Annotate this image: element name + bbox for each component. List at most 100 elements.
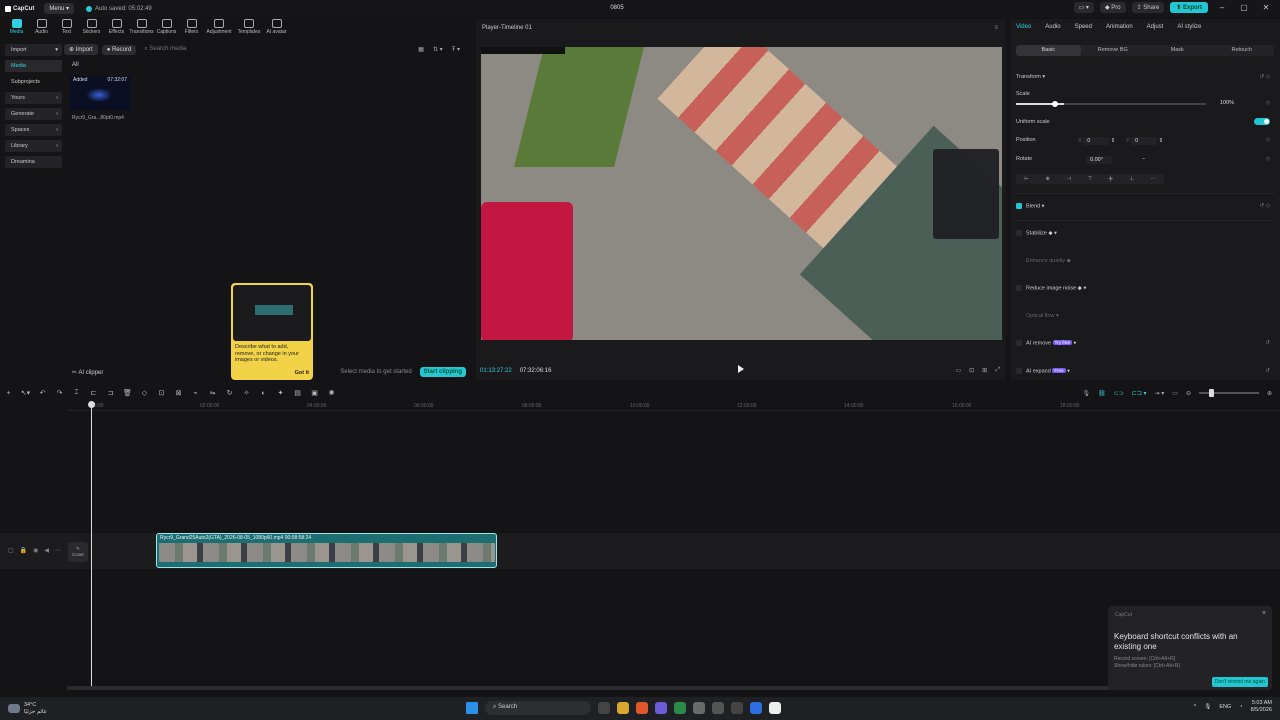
reset-icon[interactable]: ↺ ◇	[1260, 74, 1270, 80]
align-middle-icon[interactable]: ╪	[1109, 176, 1113, 182]
layout-button[interactable]: ▭ ▾	[1073, 2, 1094, 13]
timeline-ruler[interactable]: 00:00 02:00:00 04:00:00 06:00:00 08:00:0…	[67, 401, 1280, 411]
trim-left-icon[interactable]: ⊏	[85, 389, 102, 397]
snap-icon[interactable]: ⊏⊐ ▾	[1132, 390, 1147, 397]
redo-icon[interactable]: ↷	[51, 389, 68, 397]
preview-axis-icon[interactable]: ⇥ ▾	[1155, 390, 1165, 397]
windows-start-icon[interactable]	[466, 702, 478, 714]
sort-icon[interactable]: ⇅ ▾	[433, 46, 443, 53]
uniform-scale-toggle[interactable]	[1254, 118, 1270, 125]
media-clip-thumbnail[interactable]: Added 07:32:07	[70, 76, 130, 110]
tab-effects[interactable]: Effects	[104, 17, 129, 35]
close-icon[interactable]: ×	[1262, 610, 1266, 617]
position-y-field[interactable]: Y 0 ⇕	[1126, 137, 1163, 145]
zoom-out-icon[interactable]: ⊖	[1186, 390, 1191, 397]
sidebar-item-import[interactable]: Import ▾	[5, 44, 62, 56]
link-icon[interactable]: ⛓	[1098, 390, 1106, 397]
file-explorer-icon[interactable]	[617, 702, 629, 714]
app-icon[interactable]	[750, 702, 762, 714]
pro-button[interactable]: ◆ Pro	[1099, 2, 1126, 13]
record-button[interactable]: ● Record	[101, 44, 137, 55]
blend-row[interactable]: Blend ▾ ↺ ◇	[1016, 203, 1274, 209]
zoom-icon[interactable]: ⊞	[982, 367, 987, 374]
share-button[interactable]: ⇪ Share	[1131, 2, 1165, 13]
crop-icon[interactable]: ⊡	[153, 389, 170, 397]
ai-tool-icon[interactable]: ✺	[323, 389, 340, 397]
export-button[interactable]: ⬆ Export	[1170, 2, 1208, 13]
cover-button[interactable]: ✎ Cover	[68, 542, 88, 562]
tab-filters[interactable]: Filters	[179, 17, 204, 35]
mirror-icon[interactable]: ⇋	[204, 389, 221, 397]
settings-icon[interactable]	[712, 702, 724, 714]
scale-value[interactable]: 100%	[1220, 100, 1234, 106]
minimize-icon[interactable]: –	[1214, 3, 1230, 12]
lock-icon[interactable]: 🔒	[20, 547, 27, 554]
tab-transitions[interactable]: Transitions	[129, 17, 154, 35]
microphone-icon[interactable]: 🎙	[1204, 704, 1211, 710]
distribute-icon[interactable]: ⋯	[1151, 176, 1156, 182]
chevron-up-icon[interactable]: ^	[1194, 704, 1197, 710]
tab-animation[interactable]: Animation	[1106, 24, 1133, 30]
track-hide-icon[interactable]: ▢	[8, 547, 14, 554]
keyframe-icon[interactable]: ◇	[1266, 100, 1270, 106]
sidebar-item-yours[interactable]: Yours ›	[5, 92, 62, 104]
subtab-mask[interactable]: Mask	[1145, 45, 1210, 56]
calculator-icon[interactable]	[731, 702, 743, 714]
tab-adjust[interactable]: Adjust	[1147, 24, 1164, 30]
tab-adjustment[interactable]: Adjustment	[204, 17, 234, 35]
keyframe-icon[interactable]: ◇	[1266, 156, 1270, 162]
speed-icon[interactable]: ⌁	[187, 389, 204, 397]
freeze-icon[interactable]: ⊠	[170, 389, 187, 397]
tab-templates[interactable]: Templates	[234, 17, 264, 35]
tab-ai-stylize[interactable]: AI stylize	[1177, 24, 1201, 30]
player-menu-icon[interactable]: ≡	[994, 25, 998, 31]
playhead-handle[interactable]	[88, 401, 95, 408]
timeline-scrollbar[interactable]	[67, 686, 1111, 690]
magnet-icon[interactable]: ⊂⊃	[1114, 390, 1124, 397]
close-icon[interactable]: ✕	[1258, 3, 1274, 12]
scale-slider[interactable]	[1016, 101, 1206, 107]
filter-tool-icon[interactable]: ◐	[255, 390, 272, 397]
ratio-icon[interactable]: ▭	[955, 367, 961, 374]
align-top-icon[interactable]: ⊤	[1088, 176, 1092, 182]
scale-slider-knob[interactable]	[1052, 101, 1058, 107]
keyframe-icon[interactable]: ◇	[1266, 137, 1270, 143]
undo-icon[interactable]: ↶	[34, 389, 51, 397]
subtab-basic[interactable]: Basic	[1016, 45, 1081, 56]
microphone-icon[interactable]: 🎙	[1083, 390, 1091, 397]
select-tool-icon[interactable]: ↖▾	[17, 389, 34, 397]
zoom-slider[interactable]	[1198, 389, 1259, 397]
reset-icon[interactable]: ↺	[1265, 340, 1270, 346]
align-center-icon[interactable]: ⊕	[1046, 176, 1050, 182]
project-title[interactable]: 0805	[600, 5, 634, 11]
tab-stickers[interactable]: Stickers	[79, 17, 104, 35]
task-view-icon[interactable]	[598, 702, 610, 714]
play-icon[interactable]	[738, 365, 744, 373]
tab-captions[interactable]: Captions	[154, 17, 179, 35]
sidebar-item-dreamina[interactable]: Dreamina	[5, 156, 62, 168]
zoom-in-icon[interactable]: ⊕	[1267, 390, 1272, 397]
tab-audio-props[interactable]: Audio	[1045, 24, 1060, 30]
position-x-field[interactable]: X 0 ⇕	[1078, 137, 1115, 145]
sidebar-item-spaces[interactable]: Spaces ›	[5, 124, 62, 136]
media-filter-all[interactable]: All	[72, 62, 472, 68]
more-icon[interactable]: ⋯	[55, 547, 61, 554]
language-indicator[interactable]: ENG	[1219, 704, 1231, 710]
fullscreen-icon[interactable]: ⤢	[995, 367, 1000, 374]
start-clipping-button[interactable]: Start clipping	[419, 367, 466, 377]
chatgpt-icon[interactable]	[693, 702, 705, 714]
app-icon[interactable]	[674, 702, 686, 714]
tab-speed[interactable]: Speed	[1075, 24, 1092, 30]
beauty-icon[interactable]: ✦	[272, 389, 289, 397]
enhance-quality-row[interactable]: Enhance quality ◆	[1026, 258, 1280, 264]
reduce-noise-checkbox[interactable]	[1016, 285, 1022, 291]
sidebar-item-subprojects[interactable]: Subprojects	[5, 76, 62, 88]
tab-text[interactable]: Text	[54, 17, 79, 35]
ai-expand-row[interactable]: AI expand Free ▾ ↺	[1016, 368, 1274, 374]
magic-icon[interactable]: ✧	[238, 389, 255, 397]
reset-icon[interactable]: ↺ ◇	[1260, 203, 1270, 209]
playhead[interactable]	[88, 401, 95, 687]
timeline-video-clip[interactable]: Rycr9_Grand25Auto2(GTA)_2026-08-05_1080p…	[156, 533, 497, 568]
ai-expand-checkbox[interactable]	[1016, 368, 1022, 374]
stabilize-row[interactable]: Stabilize ◆ ▾	[1016, 230, 1274, 236]
